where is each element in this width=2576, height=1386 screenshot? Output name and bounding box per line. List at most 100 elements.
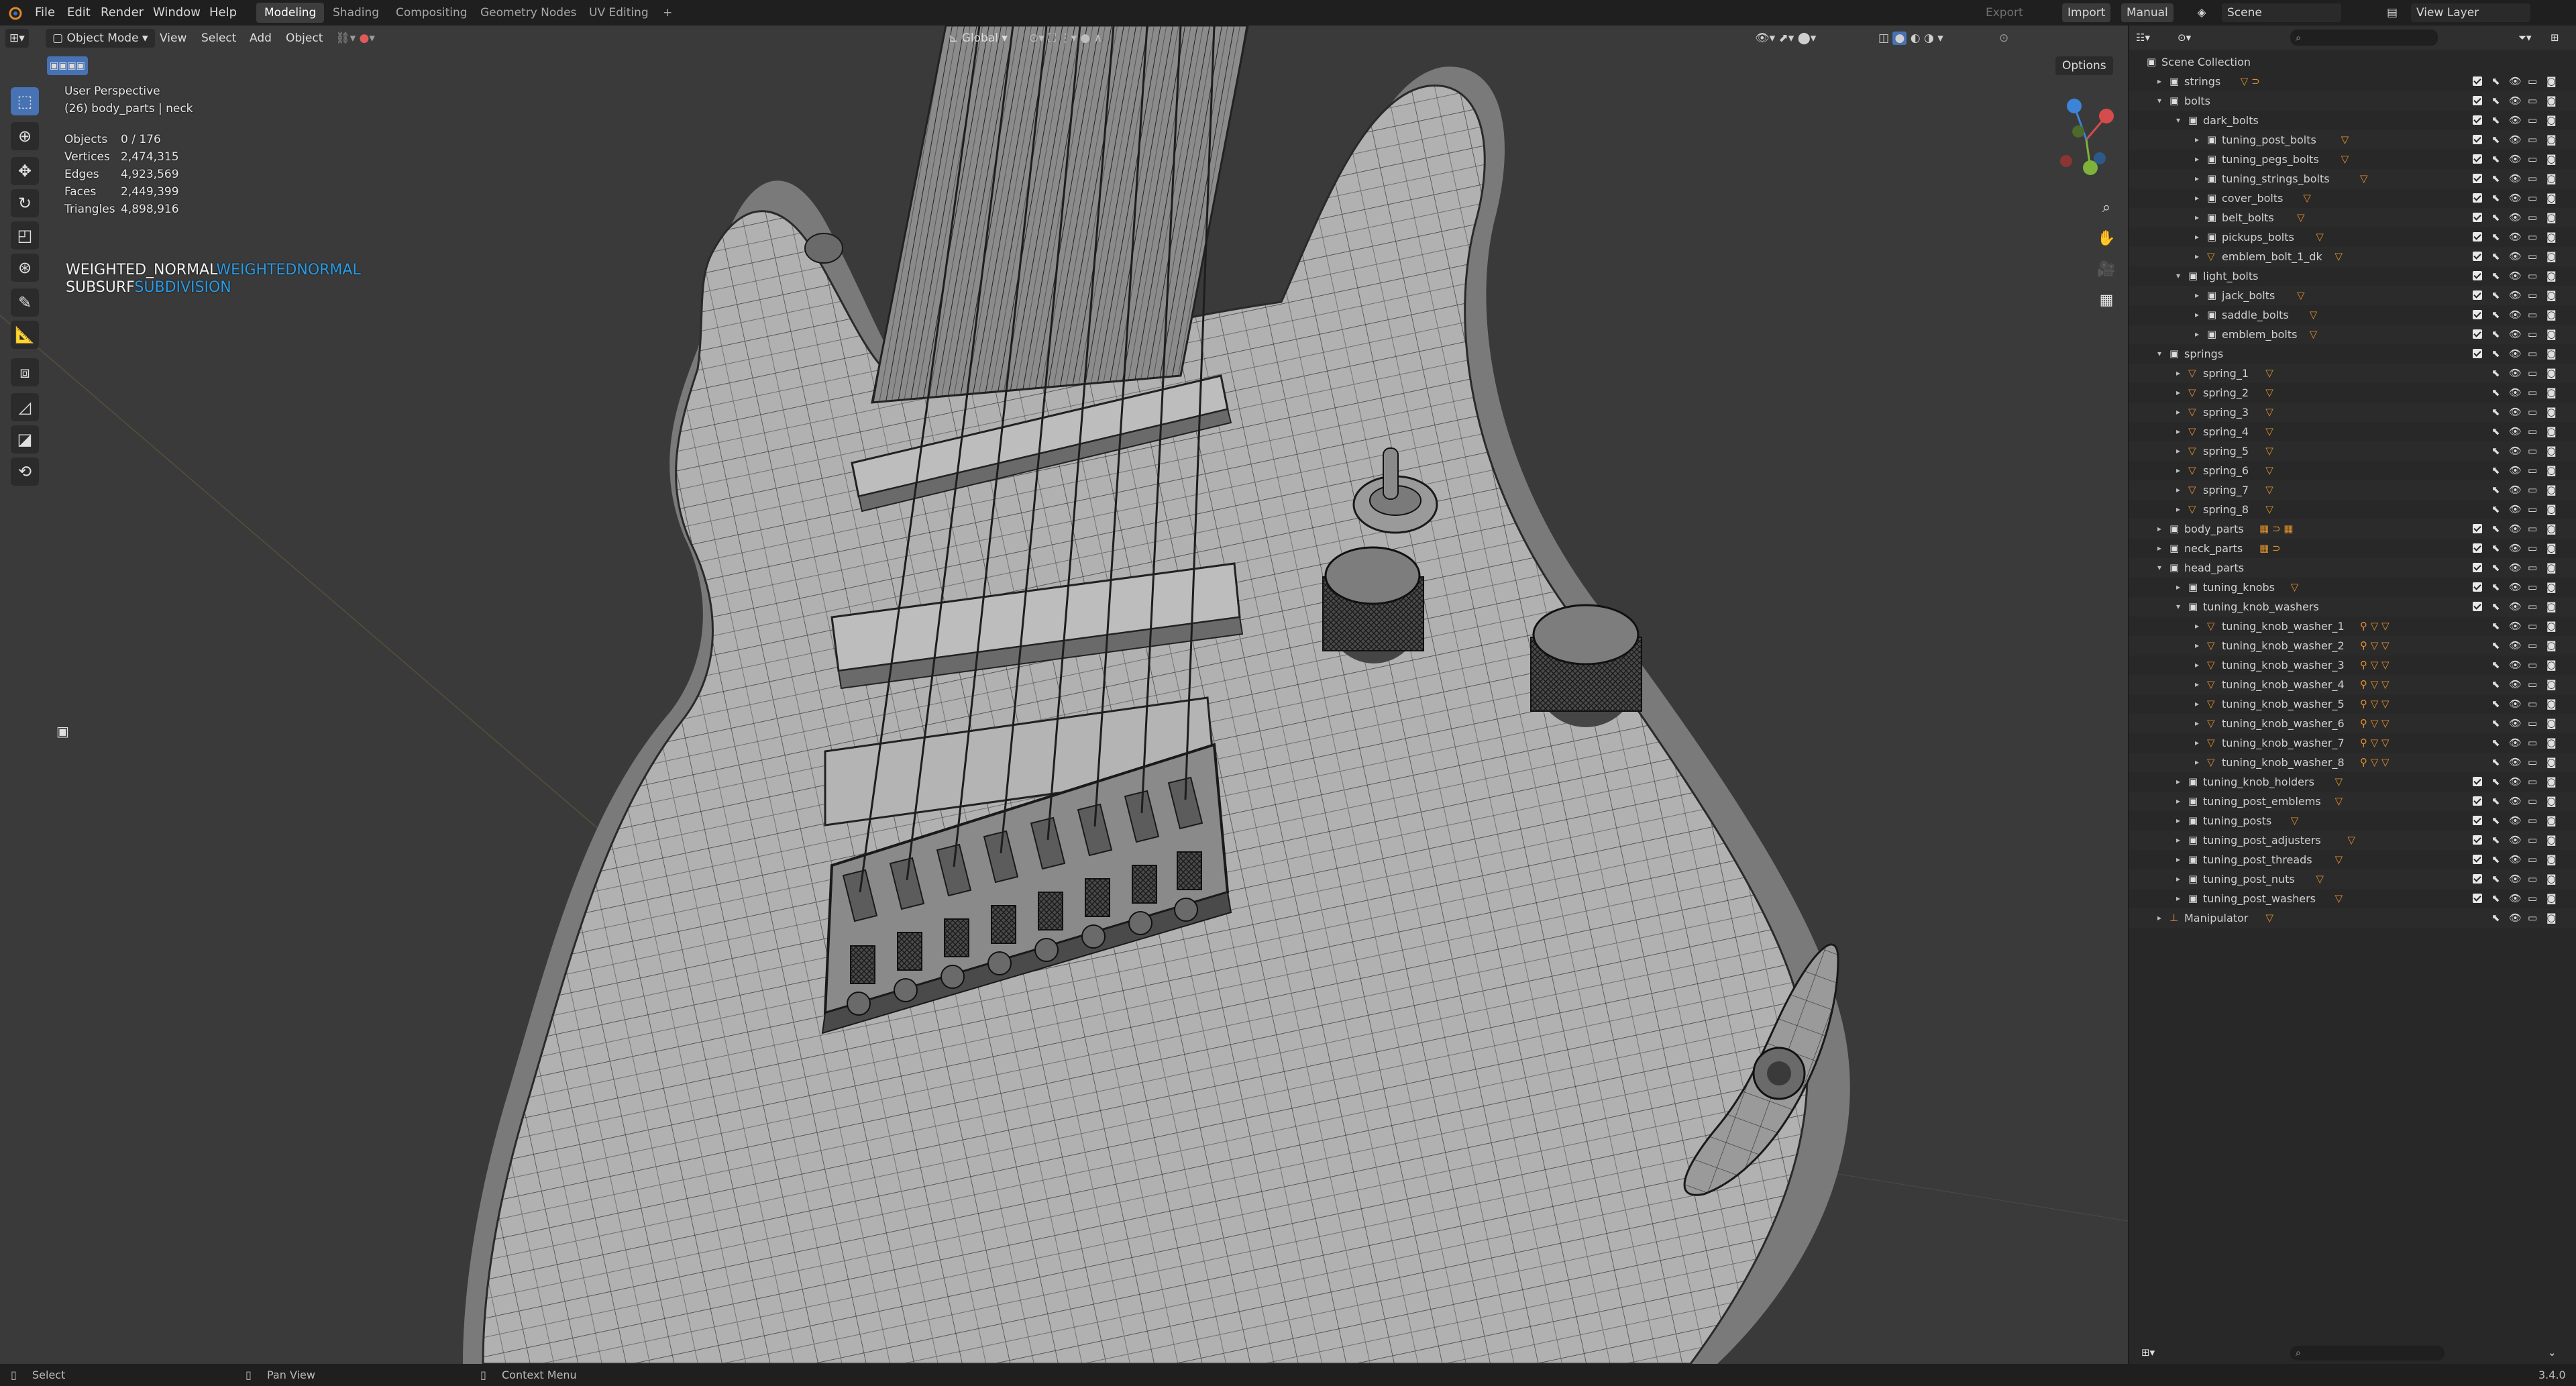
exclude-checkbox[interactable]	[2473, 855, 2482, 864]
render-camera-icon[interactable]: ◙	[2546, 150, 2557, 169]
row-data-badges-icon[interactable]: ⚲ ▽ ▽	[2360, 675, 2390, 694]
visibility-eye-icon[interactable]: 👁	[2509, 850, 2522, 869]
visibility-eye-icon[interactable]: 👁	[2509, 422, 2522, 441]
expand-arrow-closed-icon[interactable]: ▸	[2195, 753, 2199, 772]
render-camera-icon[interactable]: ◙	[2546, 286, 2557, 305]
select-arrow-icon[interactable]: ⬉	[2491, 208, 2500, 227]
render-camera-icon[interactable]: ◙	[2546, 772, 2557, 792]
viewport-monitor-icon[interactable]: ▭	[2528, 227, 2537, 247]
expand-arrow-closed-icon[interactable]: ▸	[2157, 72, 2161, 91]
render-camera-icon[interactable]: ◙	[2546, 227, 2557, 247]
move-tool[interactable]: ✥	[11, 157, 39, 185]
row-data-badges-icon[interactable]: ▦ ⊃ ▦	[2259, 519, 2293, 539]
expand-arrow-closed-icon[interactable]: ▸	[2176, 792, 2180, 811]
render-camera-icon[interactable]: ◙	[2546, 869, 2557, 889]
viewport-monitor-icon[interactable]: ▭	[2528, 130, 2537, 150]
expand-arrow-closed-icon[interactable]: ▸	[2176, 364, 2180, 383]
viewport-monitor-icon[interactable]: ▭	[2528, 792, 2537, 811]
outliner-row-tuning-knob-washer-8[interactable]: ▸ ▽ tuning_knob_washer_8 ⚲ ▽ ▽ ⬉ 👁 ▭ ◙	[2129, 753, 2576, 772]
exclude-checkbox[interactable]	[2473, 115, 2482, 125]
viewport-monitor-icon[interactable]: ▭	[2528, 578, 2537, 597]
outliner-row-dark-bolts[interactable]: ▾ ▣ dark_bolts ⬉ 👁 ▭ ◙	[2129, 111, 2576, 130]
expand-arrow-closed-icon[interactable]: ▸	[2195, 636, 2199, 655]
viewport-monitor-icon[interactable]: ▭	[2528, 617, 2537, 636]
outliner-row-tuning-post-emblems[interactable]: ▸ ▣ tuning_post_emblems ▽ ⬉ 👁 ▭ ◙	[2129, 792, 2576, 811]
exclude-checkbox[interactable]	[2473, 310, 2482, 319]
tab-geometry-nodes[interactable]: Geometry Nodes	[472, 3, 584, 23]
viewport-monitor-icon[interactable]: ▭	[2528, 344, 2537, 364]
visibility-eye-icon[interactable]: 👁	[2509, 519, 2522, 539]
render-camera-icon[interactable]: ◙	[2546, 831, 2557, 850]
render-camera-icon[interactable]: ◙	[2546, 305, 2557, 325]
3d-viewport[interactable]: ⬚ ⊕ ✥ ↻ ◰ ⊛ ✎ 📐 ⧈ ◿ ◪ ⟲ ▣ User Perspecti…	[0, 25, 2128, 1364]
blender-logo-icon[interactable]	[7, 5, 23, 21]
viewlayer-selector[interactable]: View Layer	[2411, 3, 2530, 22]
viewport-monitor-icon[interactable]: ▭	[2528, 675, 2537, 694]
expand-arrow-open-icon[interactable]: ▾	[2157, 558, 2161, 578]
outliner-row-tuning-knob-washer-7[interactable]: ▸ ▽ tuning_knob_washer_7 ⚲ ▽ ▽ ⬉ 👁 ▭ ◙	[2129, 733, 2576, 753]
viewport-monitor-icon[interactable]: ▭	[2528, 811, 2537, 831]
row-data-badges-icon[interactable]: ▽	[2316, 227, 2324, 247]
visibility-eye-icon[interactable]: 👁	[2509, 636, 2522, 655]
viewport-monitor-icon[interactable]: ▭	[2528, 150, 2537, 169]
viewport-monitor-icon[interactable]: ▭	[2528, 208, 2537, 227]
row-data-badges-icon[interactable]: ▽	[2335, 850, 2343, 869]
render-camera-icon[interactable]: ◙	[2546, 753, 2557, 772]
viewport-monitor-icon[interactable]: ▭	[2528, 286, 2537, 305]
render-camera-icon[interactable]: ◙	[2546, 578, 2557, 597]
outliner-row-tuning-strings-bolts[interactable]: ▸ ▣ tuning_strings_bolts ▽ ⬉ 👁 ▭ ◙	[2129, 169, 2576, 189]
row-data-badges-icon[interactable]: ⚲ ▽ ▽	[2360, 753, 2390, 772]
viewport-monitor-icon[interactable]: ▭	[2528, 519, 2537, 539]
viewport-monitor-icon[interactable]: ▭	[2528, 91, 2537, 111]
orientation-dropdown[interactable]: ⊾ Global ▾	[949, 29, 1008, 48]
manual-button[interactable]: Manual	[2121, 3, 2174, 22]
select-arrow-icon[interactable]: ⬉	[2491, 247, 2500, 266]
viewport-monitor-icon[interactable]: ▭	[2528, 305, 2537, 325]
pan-hand-icon[interactable]: ✋	[2093, 225, 2120, 252]
viewport-monitor-icon[interactable]: ▭	[2528, 364, 2537, 383]
viewport-monitor-icon[interactable]: ▭	[2528, 714, 2537, 733]
outliner-row-spring-2[interactable]: ▸ ▽ spring_2 ▽ ⬉ 👁 ▭ ◙	[2129, 383, 2576, 403]
render-camera-icon[interactable]: ◙	[2546, 403, 2557, 422]
properties-search-input[interactable]: ⌕	[2290, 1346, 2445, 1361]
menu-file[interactable]: File	[35, 4, 55, 21]
expand-arrow-closed-icon[interactable]: ▸	[2195, 675, 2199, 694]
outliner-row-tuning-knob-washer-6[interactable]: ▸ ▽ tuning_knob_washer_6 ⚲ ▽ ▽ ⬉ 👁 ▭ ◙	[2129, 714, 2576, 733]
exclude-checkbox[interactable]	[2473, 816, 2482, 825]
row-data-badges-icon[interactable]: ▽	[2297, 208, 2305, 227]
select-arrow-icon[interactable]: ⬉	[2491, 617, 2500, 636]
viewport-monitor-icon[interactable]: ▭	[2528, 694, 2537, 714]
expand-arrow-closed-icon[interactable]: ▸	[2176, 461, 2180, 480]
render-camera-icon[interactable]: ◙	[2546, 694, 2557, 714]
outliner-row-tuning-post-adjusters[interactable]: ▸ ▣ tuning_post_adjusters ▽ ⬉ 👁 ▭ ◙	[2129, 831, 2576, 850]
select-arrow-icon[interactable]: ⬉	[2491, 597, 2500, 617]
viewport-monitor-icon[interactable]: ▭	[2528, 889, 2537, 908]
viewport-monitor-icon[interactable]: ▭	[2528, 480, 2537, 500]
render-camera-icon[interactable]: ◙	[2546, 617, 2557, 636]
select-arrow-icon[interactable]: ⬉	[2491, 441, 2500, 461]
visibility-eye-icon[interactable]: 👁	[2509, 383, 2522, 403]
viewport-monitor-icon[interactable]: ▭	[2528, 403, 2537, 422]
viewport-monitor-icon[interactable]: ▭	[2528, 655, 2537, 675]
render-camera-icon[interactable]: ◙	[2546, 539, 2557, 558]
render-camera-icon[interactable]: ◙	[2546, 208, 2557, 227]
new-collection-icon[interactable]: ⊞	[2551, 28, 2559, 48]
exclude-checkbox[interactable]	[2473, 874, 2482, 884]
row-data-badges-icon[interactable]: ▽	[2335, 889, 2343, 908]
expand-arrow-closed-icon[interactable]: ▸	[2157, 519, 2161, 539]
camera-icon[interactable]: 🎥	[2093, 256, 2120, 283]
expand-arrow-closed-icon[interactable]: ▸	[2176, 480, 2180, 500]
row-data-badges-icon[interactable]: ▽	[2310, 305, 2318, 325]
expand-arrow-closed-icon[interactable]: ▸	[2176, 422, 2180, 441]
render-camera-icon[interactable]: ◙	[2546, 130, 2557, 150]
outliner-row-tuning-posts[interactable]: ▸ ▣ tuning_posts ▽ ⬉ 👁 ▭ ◙	[2129, 811, 2576, 831]
exclude-checkbox[interactable]	[2473, 252, 2482, 261]
visibility-eye-icon[interactable]: 👁	[2509, 130, 2522, 150]
row-data-badges-icon[interactable]: ▽	[2297, 286, 2305, 305]
tab-uv-editing[interactable]: UV Editing	[581, 3, 657, 23]
add-workspace-button[interactable]: +	[655, 3, 680, 23]
select-arrow-icon[interactable]: ⬉	[2491, 344, 2500, 364]
exclude-checkbox[interactable]	[2473, 193, 2482, 203]
render-camera-icon[interactable]: ◙	[2546, 597, 2557, 617]
outliner-row-spring-4[interactable]: ▸ ▽ spring_4 ▽ ⬉ 👁 ▭ ◙	[2129, 422, 2576, 441]
